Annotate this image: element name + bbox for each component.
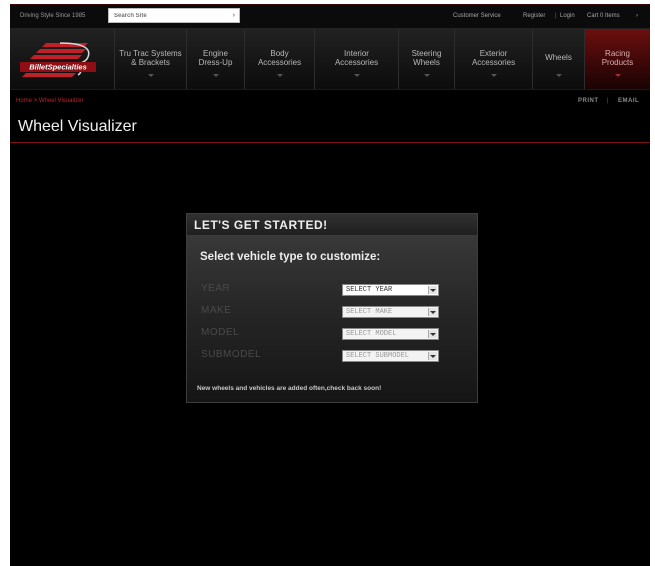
search-input[interactable] [109,9,229,22]
nav-label: Exterior [479,49,508,58]
nav-label: Products [601,58,634,67]
search-go-icon[interactable]: › [233,11,235,20]
make-select-value: SELECT MAKE [346,308,393,316]
panel-subheading: Select vehicle type to customize: [200,251,381,263]
nav-label: Wheels [413,58,440,67]
cart-link[interactable]: Cart 0 Items [587,13,620,19]
title-divider [10,142,650,143]
submodel-label: SUBMODEL [201,349,262,360]
cart-arrow-icon[interactable]: › [636,13,638,19]
vehicle-selector-panel: LET'S GET STARTED! Select vehicle type t… [186,213,478,403]
nav-label: Wheels [545,53,572,62]
print-link[interactable]: PRINT [578,98,599,104]
model-select[interactable]: SELECT MODEL [342,328,439,340]
nav-body-accessories[interactable]: Body Accessories [244,29,314,89]
separator: | [607,98,609,104]
login-link[interactable]: Login [560,13,575,19]
chevron-down-icon [423,74,430,77]
nav-label: Accessories [471,58,516,67]
submodel-select[interactable]: SELECT SUBMODEL [342,350,439,362]
panel-heading: LET'S GET STARTED! [194,218,328,232]
main-nav: BilletSpecialties Tru Trac Systems & Brac… [10,29,650,90]
brand-name: BilletSpecialties [29,63,87,72]
chevron-down-icon[interactable] [428,286,437,294]
model-label: MODEL [201,327,240,338]
nav-wheels[interactable]: Wheels [532,29,584,89]
make-label: MAKE [201,305,232,316]
nav-racing-products[interactable]: Racing Products [584,29,650,89]
nav-label: Accessories [257,58,302,67]
register-link[interactable]: Register [523,13,545,19]
nav-tru-trac-systems[interactable]: Tru Trac Systems & Brackets [114,29,186,89]
page-title: Wheel Visualizer [18,118,137,135]
breadcrumb-current: Wheel Visualizer [38,98,84,104]
utility-bar: Driving Style Since 1985 › Customer Serv… [10,5,650,29]
chevron-down-icon [614,74,621,77]
nav-label: Dress-Up [198,58,233,67]
tagline: Driving Style Since 1985 [20,13,86,19]
year-select-value: SELECT YEAR [346,286,393,294]
submodel-select-value: SELECT SUBMODEL [346,352,410,360]
year-select[interactable]: SELECT YEAR [342,284,439,296]
chevron-down-icon [353,74,360,77]
panel-note: New wheels and vehicles are added often,… [197,385,382,392]
nav-label: Steering [411,49,442,58]
chevron-down-icon [276,74,283,77]
email-link[interactable]: EMAIL [618,98,639,104]
nav-engine-dress-up[interactable]: Engine Dress-Up [186,29,244,89]
nav-label: Interior [344,49,369,58]
make-select[interactable]: SELECT MAKE [342,306,439,318]
chevron-down-icon[interactable] [428,352,437,360]
breadcrumb-row: Home > Wheel Visualizer PRINT | EMAIL [10,90,650,112]
panel-header: LET'S GET STARTED! [187,214,477,236]
brand-logo[interactable]: BilletSpecialties [16,37,100,81]
chevron-down-icon [555,74,562,77]
chevron-down-icon [212,74,219,77]
breadcrumb-separator: > [33,98,38,104]
chevron-down-icon [490,74,497,77]
model-select-value: SELECT MODEL [346,330,397,338]
search-box[interactable]: › [108,8,240,23]
nav-label: Engine [203,49,228,58]
chevron-down-icon[interactable] [428,308,437,316]
chevron-down-icon[interactable] [428,330,437,338]
year-label: YEAR [201,283,231,294]
customer-service-link[interactable]: Customer Service [453,13,501,19]
nav-steering-wheels[interactable]: Steering Wheels [398,29,454,89]
nav-label: Tru Trac Systems [119,49,182,58]
chevron-down-icon [147,74,154,77]
nav-label: Body [270,49,289,58]
nav-exterior-accessories[interactable]: Exterior Accessories [454,29,532,89]
nav-interior-accessories[interactable]: Interior Accessories [314,29,398,89]
nav-label: & Brackets [131,58,170,67]
nav-label: Accessories [334,58,379,67]
breadcrumb: Home > Wheel Visualizer [16,98,83,104]
page-frame: Driving Style Since 1985 › Customer Serv… [10,4,650,566]
breadcrumb-home[interactable]: Home [16,98,32,104]
nav-label: Racing [605,49,630,58]
panel-body: Select vehicle type to customize: YEAR S… [187,236,477,402]
separator: | [555,13,557,19]
